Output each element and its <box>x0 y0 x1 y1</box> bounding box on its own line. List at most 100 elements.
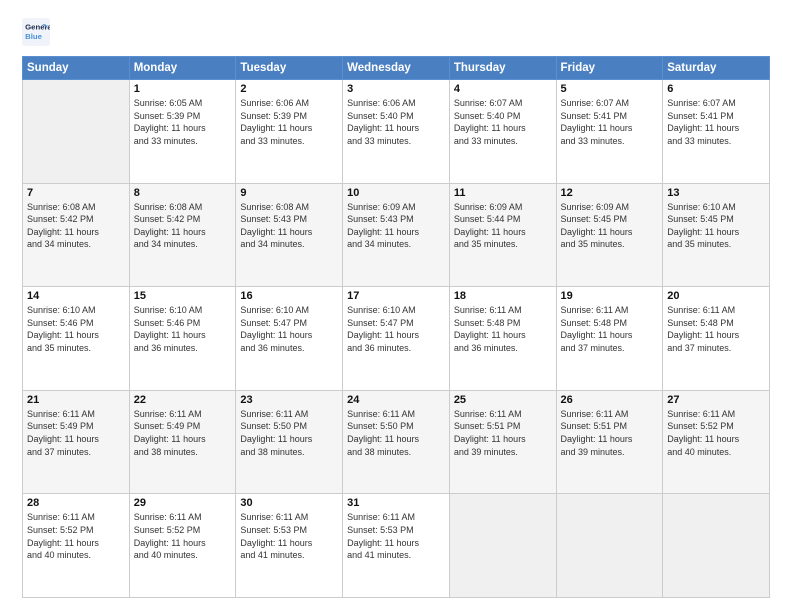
cal-cell: 20 Sunrise: 6:11 AM Sunset: 5:48 PM Dayli… <box>663 287 770 391</box>
day-info: Sunrise: 6:08 AM Sunset: 5:42 PM Dayligh… <box>27 201 125 251</box>
day-number: 25 <box>454 394 552 406</box>
day-number: 22 <box>134 394 232 406</box>
day-info: Sunrise: 6:11 AM Sunset: 5:51 PM Dayligh… <box>561 408 659 458</box>
cal-cell: 6Sunrise: 6:07 AM Sunset: 5:41 PM Daylig… <box>663 80 770 184</box>
day-number: 6 <box>667 83 765 95</box>
day-number: 12 <box>561 187 659 199</box>
cal-cell: 12 Sunrise: 6:09 AM Sunset: 5:45 PM Dayli… <box>556 183 663 287</box>
day-number: 30 <box>240 497 338 509</box>
day-number: 9 <box>240 187 338 199</box>
cal-cell <box>556 494 663 598</box>
cal-cell: 25 Sunrise: 6:11 AM Sunset: 5:51 PM Dayli… <box>449 390 556 494</box>
cal-cell: 21 Sunrise: 6:11 AM Sunset: 5:49 PM Dayli… <box>23 390 130 494</box>
header-friday: Friday <box>556 57 663 80</box>
day-number: 24 <box>347 394 445 406</box>
day-number: 7 <box>27 187 125 199</box>
day-number: 20 <box>667 290 765 302</box>
header: General Blue <box>22 18 770 46</box>
day-info: Sunrise: 6:11 AM Sunset: 5:50 PM Dayligh… <box>347 408 445 458</box>
day-info: Sunrise: 6:11 AM Sunset: 5:49 PM Dayligh… <box>134 408 232 458</box>
day-number: 31 <box>347 497 445 509</box>
svg-text:Blue: Blue <box>25 32 43 41</box>
day-number: 10 <box>347 187 445 199</box>
day-info: Sunrise: 6:11 AM Sunset: 5:51 PM Dayligh… <box>454 408 552 458</box>
day-number: 5 <box>561 83 659 95</box>
day-info: Sunrise: 6:10 AM Sunset: 5:46 PM Dayligh… <box>27 304 125 354</box>
logo-icon: General Blue <box>22 18 50 46</box>
day-number: 3 <box>347 83 445 95</box>
cal-cell: 13 Sunrise: 6:10 AM Sunset: 5:45 PM Dayli… <box>663 183 770 287</box>
cal-cell <box>663 494 770 598</box>
day-info: Sunrise: 6:10 AM Sunset: 5:45 PM Dayligh… <box>667 201 765 251</box>
day-info: Sunrise: 6:11 AM Sunset: 5:48 PM Dayligh… <box>454 304 552 354</box>
calendar-table: SundayMondayTuesdayWednesdayThursdayFrid… <box>22 56 770 598</box>
header-monday: Monday <box>129 57 236 80</box>
day-info: Sunrise: 6:08 AM Sunset: 5:42 PM Dayligh… <box>134 201 232 251</box>
day-info: Sunrise: 6:11 AM Sunset: 5:52 PM Dayligh… <box>134 511 232 561</box>
day-info: Sunrise: 6:10 AM Sunset: 5:46 PM Dayligh… <box>134 304 232 354</box>
day-number: 8 <box>134 187 232 199</box>
header-saturday: Saturday <box>663 57 770 80</box>
day-info: Sunrise: 6:11 AM Sunset: 5:48 PM Dayligh… <box>667 304 765 354</box>
cal-cell: 22 Sunrise: 6:11 AM Sunset: 5:49 PM Dayli… <box>129 390 236 494</box>
day-info: Sunrise: 6:05 AM Sunset: 5:39 PM Dayligh… <box>134 97 232 147</box>
day-info: Sunrise: 6:09 AM Sunset: 5:44 PM Dayligh… <box>454 201 552 251</box>
day-info: Sunrise: 6:10 AM Sunset: 5:47 PM Dayligh… <box>240 304 338 354</box>
day-number: 26 <box>561 394 659 406</box>
day-number: 13 <box>667 187 765 199</box>
cal-cell: 1 Sunrise: 6:05 AM Sunset: 5:39 PM Daylig… <box>129 80 236 184</box>
cal-cell: 24 Sunrise: 6:11 AM Sunset: 5:50 PM Dayli… <box>343 390 450 494</box>
day-number: 29 <box>134 497 232 509</box>
cal-cell: 18 Sunrise: 6:11 AM Sunset: 5:48 PM Dayli… <box>449 287 556 391</box>
header-sunday: Sunday <box>23 57 130 80</box>
cal-cell <box>23 80 130 184</box>
day-info: Sunrise: 6:11 AM Sunset: 5:49 PM Dayligh… <box>27 408 125 458</box>
cal-cell: 14 Sunrise: 6:10 AM Sunset: 5:46 PM Dayli… <box>23 287 130 391</box>
day-info: Sunrise: 6:11 AM Sunset: 5:50 PM Dayligh… <box>240 408 338 458</box>
cal-cell: 16 Sunrise: 6:10 AM Sunset: 5:47 PM Dayli… <box>236 287 343 391</box>
cal-cell: 4 Sunrise: 6:07 AM Sunset: 5:40 PM Daylig… <box>449 80 556 184</box>
day-number: 14 <box>27 290 125 302</box>
cal-cell: 9Sunrise: 6:08 AM Sunset: 5:43 PM Daylig… <box>236 183 343 287</box>
day-number: 15 <box>134 290 232 302</box>
day-number: 18 <box>454 290 552 302</box>
day-info: Sunrise: 6:11 AM Sunset: 5:52 PM Dayligh… <box>27 511 125 561</box>
cal-cell: 27 Sunrise: 6:11 AM Sunset: 5:52 PM Dayli… <box>663 390 770 494</box>
day-info: Sunrise: 6:09 AM Sunset: 5:45 PM Dayligh… <box>561 201 659 251</box>
header-wednesday: Wednesday <box>343 57 450 80</box>
cal-cell: 29 Sunrise: 6:11 AM Sunset: 5:52 PM Dayli… <box>129 494 236 598</box>
cal-cell: 31 Sunrise: 6:11 AM Sunset: 5:53 PM Dayli… <box>343 494 450 598</box>
cal-cell: 28 Sunrise: 6:11 AM Sunset: 5:52 PM Dayli… <box>23 494 130 598</box>
cal-cell: 3 Sunrise: 6:06 AM Sunset: 5:40 PM Daylig… <box>343 80 450 184</box>
day-info: Sunrise: 6:06 AM Sunset: 5:39 PM Dayligh… <box>240 97 338 147</box>
day-number: 17 <box>347 290 445 302</box>
day-info: Sunrise: 6:09 AM Sunset: 5:43 PM Dayligh… <box>347 201 445 251</box>
day-number: 23 <box>240 394 338 406</box>
cal-cell: 2 Sunrise: 6:06 AM Sunset: 5:39 PM Daylig… <box>236 80 343 184</box>
day-number: 4 <box>454 83 552 95</box>
day-info: Sunrise: 6:11 AM Sunset: 5:53 PM Dayligh… <box>240 511 338 561</box>
day-number: 1 <box>134 83 232 95</box>
cal-cell: 26 Sunrise: 6:11 AM Sunset: 5:51 PM Dayli… <box>556 390 663 494</box>
day-number: 2 <box>240 83 338 95</box>
cal-cell <box>449 494 556 598</box>
cal-cell: 8 Sunrise: 6:08 AM Sunset: 5:42 PM Daylig… <box>129 183 236 287</box>
day-number: 21 <box>27 394 125 406</box>
day-number: 16 <box>240 290 338 302</box>
day-info: Sunrise: 6:11 AM Sunset: 5:48 PM Dayligh… <box>561 304 659 354</box>
day-info: Sunrise: 6:11 AM Sunset: 5:52 PM Dayligh… <box>667 408 765 458</box>
page: General Blue SundayMondayTuesdayWednesda… <box>0 0 792 612</box>
cal-cell: 15 Sunrise: 6:10 AM Sunset: 5:46 PM Dayli… <box>129 287 236 391</box>
day-number: 27 <box>667 394 765 406</box>
day-info: Sunrise: 6:06 AM Sunset: 5:40 PM Dayligh… <box>347 97 445 147</box>
day-info: Sunrise: 6:07 AM Sunset: 5:40 PM Dayligh… <box>454 97 552 147</box>
day-number: 11 <box>454 187 552 199</box>
day-number: 19 <box>561 290 659 302</box>
day-info: Sunrise: 6:11 AM Sunset: 5:53 PM Dayligh… <box>347 511 445 561</box>
day-number: 28 <box>27 497 125 509</box>
cal-cell: 19 Sunrise: 6:11 AM Sunset: 5:48 PM Dayli… <box>556 287 663 391</box>
cal-cell: 10 Sunrise: 6:09 AM Sunset: 5:43 PM Dayli… <box>343 183 450 287</box>
logo: General Blue <box>22 18 54 46</box>
cal-cell: 7 Sunrise: 6:08 AM Sunset: 5:42 PM Daylig… <box>23 183 130 287</box>
cal-cell: 30 Sunrise: 6:11 AM Sunset: 5:53 PM Dayli… <box>236 494 343 598</box>
